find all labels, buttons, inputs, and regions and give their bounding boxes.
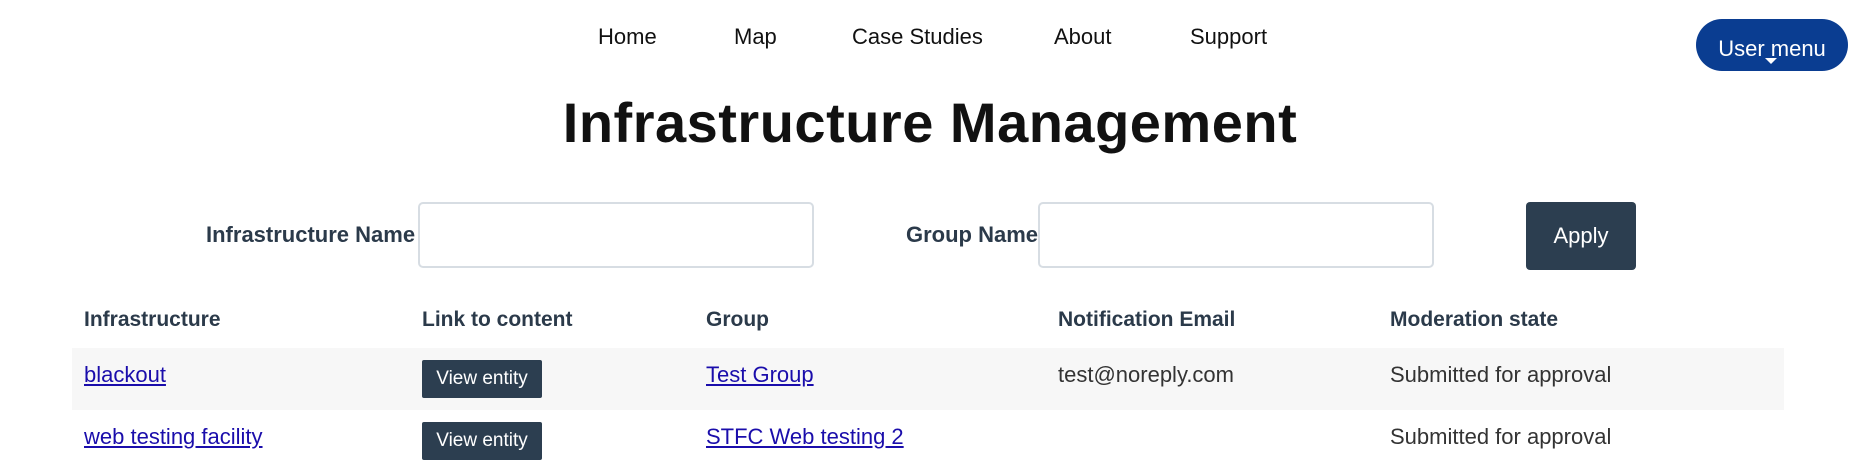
notification-email: test@noreply.com — [1058, 362, 1234, 387]
moderation-state: Submitted for approval — [1390, 362, 1612, 387]
column-header-link-to-content: Link to content — [422, 308, 573, 331]
group-name-input[interactable] — [1038, 202, 1434, 268]
nav-support-link[interactable]: Support — [1190, 24, 1267, 50]
view-entity-button[interactable]: View entity — [422, 422, 542, 460]
column-header-group[interactable]: Group — [706, 308, 769, 332]
nav-home-link[interactable]: Home — [598, 24, 657, 50]
infrastructure-link[interactable]: web testing facility — [84, 424, 263, 450]
nav-map-link[interactable]: Map — [734, 24, 777, 50]
infrastructure-link[interactable]: blackout — [84, 362, 166, 388]
apply-button[interactable]: Apply — [1526, 202, 1636, 270]
group-name-label: Group Name — [906, 222, 1039, 247]
view-entity-button[interactable]: View entity — [422, 360, 542, 398]
nav-case-studies-link[interactable]: Case Studies — [852, 24, 983, 50]
group-link[interactable]: Test Group — [706, 362, 814, 388]
infrastructure-name-input[interactable] — [418, 202, 814, 268]
page: Home Map Case Studies About Support User… — [0, 0, 1860, 474]
group-link[interactable]: STFC Web testing 2 — [706, 424, 904, 450]
table-row: web testing facility View entity STFC We… — [72, 410, 1784, 472]
main-nav: Home Map Case Studies About Support — [0, 24, 1860, 64]
caret-down-icon — [1765, 58, 1777, 64]
nav-about-link[interactable]: About — [1054, 24, 1112, 50]
column-header-infrastructure[interactable]: Infrastructure — [84, 308, 221, 332]
moderation-state: Submitted for approval — [1390, 424, 1612, 449]
column-header-moderation-state[interactable]: Moderation state — [1390, 308, 1558, 332]
table-row: blackout View entity Test Group test@nor… — [72, 348, 1784, 410]
page-title: Infrastructure Management — [562, 91, 1298, 154]
infrastructure-name-label: Infrastructure Name — [206, 222, 416, 247]
column-header-notification-email[interactable]: Notification Email — [1058, 308, 1235, 332]
user-menu-button[interactable]: User menu — [1696, 19, 1848, 71]
